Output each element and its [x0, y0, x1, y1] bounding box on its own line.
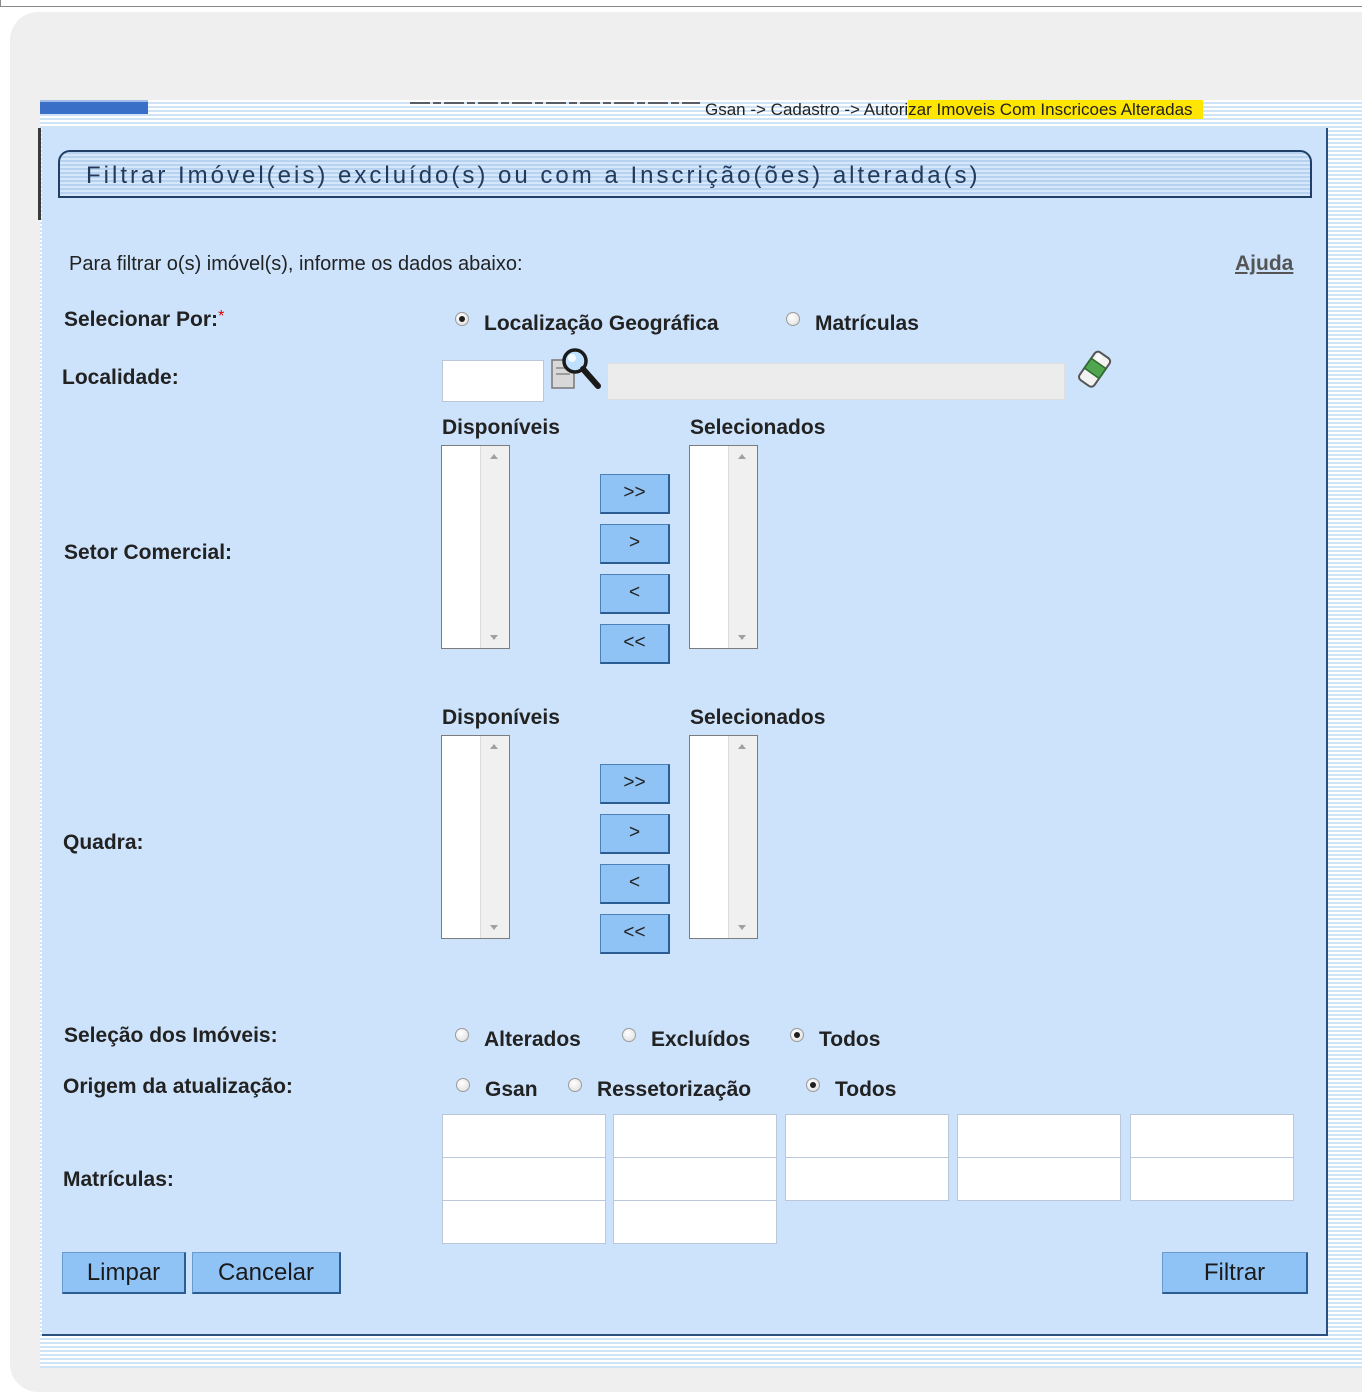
radio-selecao-todos[interactable] [790, 1028, 804, 1042]
quadra-disponiveis-label: Disponíveis [442, 706, 560, 729]
radio-selecao-todos-label: Todos [819, 1028, 881, 1051]
limpar-button[interactable]: Limpar [62, 1252, 186, 1294]
radio-excluidos-label: Excluídos [651, 1028, 751, 1051]
matriculas-label: Matrículas: [63, 1168, 174, 1191]
quadra-remove-button[interactable]: < [600, 864, 670, 904]
matricula-input-12[interactable] [613, 1200, 777, 1244]
localidade-code-input[interactable] [442, 360, 544, 402]
required-mark: * [218, 308, 225, 325]
selecionar-por-label: Selecionar Por:* [64, 308, 224, 332]
filtrar-button[interactable]: Filtrar [1162, 1252, 1308, 1294]
setor-disponiveis-label: Disponíveis [442, 416, 560, 439]
eraser-icon[interactable] [1073, 348, 1115, 392]
setor-remove-all-button[interactable]: << [600, 624, 670, 664]
breadcrumb: Gsan -> Cadastro -> Autorizar Imoveis Co… [705, 100, 1203, 120]
radio-alterados[interactable] [455, 1028, 469, 1042]
setor-selected-list[interactable] [689, 445, 758, 649]
scroll-down-icon[interactable] [490, 925, 498, 930]
radio-matriculas[interactable] [786, 312, 800, 326]
radio-localizacao-geografica-label: Localização Geográfica [484, 312, 719, 335]
scroll-up-icon[interactable] [490, 744, 498, 749]
radio-ressetorizacao-label: Ressetorização [597, 1078, 752, 1101]
quadra-label: Quadra: [63, 831, 144, 854]
help-link[interactable]: Ajuda [1235, 252, 1293, 276]
breadcrumb-path: Gsan -> Cadastro -> Autori [705, 100, 909, 119]
left-rule [38, 128, 41, 220]
setor-add-button[interactable]: > [600, 524, 670, 564]
matricula-input-8[interactable] [785, 1157, 949, 1201]
quadra-selected-list[interactable] [689, 735, 758, 939]
scrollbar[interactable] [728, 736, 757, 938]
matricula-input-1[interactable] [442, 1114, 606, 1158]
scroll-up-icon[interactable] [738, 744, 746, 749]
setor-selecionados-label: Selecionados [690, 416, 826, 439]
page-title-bar: Filtrar Imóvel(eis) excluído(s) ou com a… [58, 150, 1312, 198]
matricula-input-2[interactable] [613, 1114, 777, 1158]
radio-excluidos[interactable] [622, 1028, 636, 1042]
cancelar-button[interactable]: Cancelar [192, 1252, 341, 1294]
radio-matriculas-label: Matrículas [815, 312, 919, 335]
window-top-border [0, 0, 1362, 7]
radio-alterados-label: Alterados [484, 1028, 581, 1051]
scroll-down-icon[interactable] [490, 635, 498, 640]
radio-origem-todos[interactable] [806, 1078, 820, 1092]
header-bar [40, 102, 148, 114]
selecao-imoveis-label: Seleção dos Imóveis: [64, 1024, 278, 1047]
matricula-input-6[interactable] [442, 1157, 606, 1201]
radio-localizacao-geografica[interactable] [455, 312, 469, 326]
setor-add-all-button[interactable]: >> [600, 474, 670, 514]
matricula-input-5[interactable] [1130, 1114, 1294, 1158]
radio-gsan-label: Gsan [485, 1078, 538, 1101]
page-title: Filtrar Imóvel(eis) excluído(s) ou com a… [86, 162, 981, 189]
matricula-input-4[interactable] [957, 1114, 1121, 1158]
localidade-description-field [607, 363, 1065, 400]
header-decoration [410, 102, 700, 104]
scroll-up-icon[interactable] [738, 454, 746, 459]
scroll-up-icon[interactable] [490, 454, 498, 459]
instructions-text: Para filtrar o(s) imóvel(s), informe os … [69, 253, 523, 275]
breadcrumb-current: zar Imoveis Com Inscricoes Alteradas [908, 100, 1203, 119]
quadra-selecionados-label: Selecionados [690, 706, 826, 729]
radio-gsan[interactable] [456, 1078, 470, 1092]
matricula-input-10[interactable] [1130, 1157, 1294, 1201]
localidade-label: Localidade: [62, 366, 179, 389]
scroll-down-icon[interactable] [738, 635, 746, 640]
scrollbar[interactable] [480, 446, 509, 648]
setor-remove-button[interactable]: < [600, 574, 670, 614]
origem-atualizacao-label: Origem da atualização: [63, 1075, 293, 1098]
setor-comercial-label: Setor Comercial: [64, 541, 233, 564]
matricula-input-7[interactable] [613, 1157, 777, 1201]
matricula-input-11[interactable] [442, 1200, 606, 1244]
quadra-available-list[interactable] [441, 735, 510, 939]
scrollbar[interactable] [728, 446, 757, 648]
radio-origem-todos-label: Todos [835, 1078, 897, 1101]
quadra-add-button[interactable]: > [600, 814, 670, 854]
search-icon[interactable] [550, 346, 604, 394]
matricula-input-3[interactable] [785, 1114, 949, 1158]
radio-ressetorizacao[interactable] [568, 1078, 582, 1092]
quadra-add-all-button[interactable]: >> [600, 764, 670, 804]
matricula-input-9[interactable] [957, 1157, 1121, 1201]
setor-available-list[interactable] [441, 445, 510, 649]
scrollbar[interactable] [480, 736, 509, 938]
selecionar-por-text: Selecionar Por: [64, 308, 219, 331]
scroll-down-icon[interactable] [738, 925, 746, 930]
quadra-remove-all-button[interactable]: << [600, 914, 670, 954]
